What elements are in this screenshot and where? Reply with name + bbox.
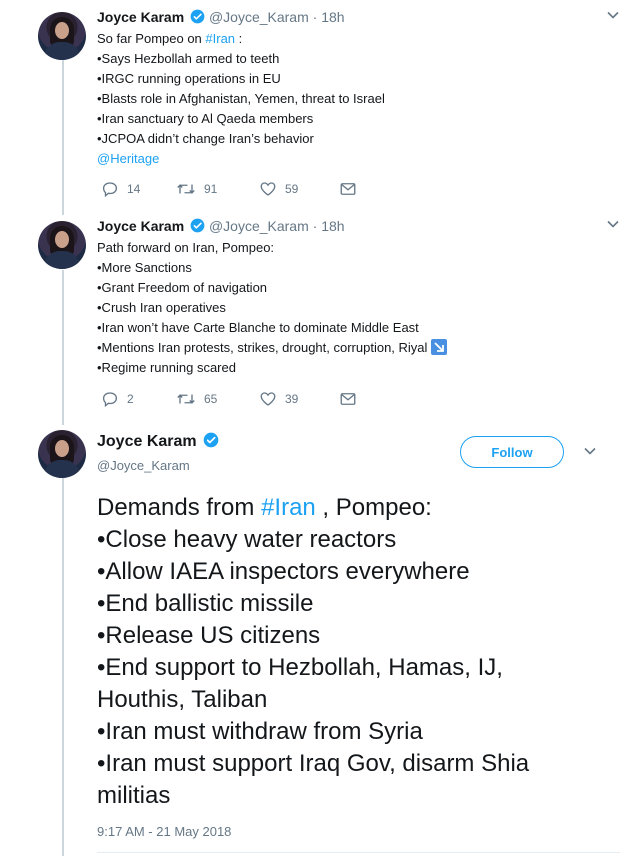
reply-icon xyxy=(101,180,119,198)
retweet-icon xyxy=(176,390,196,408)
verified-badge-icon xyxy=(190,218,205,237)
mention-link[interactable]: @Heritage xyxy=(97,149,620,169)
reply-icon xyxy=(101,390,119,408)
tweet-line: •Mentions Iran protests, strikes, drough… xyxy=(97,340,428,355)
tweet-line: •Allow IAEA inspectors everywhere xyxy=(97,558,470,585)
tweet-line: •Iran must support Iraq Gov, disarm Shia xyxy=(97,750,530,777)
tweet-line: •Release US citizens xyxy=(97,622,321,649)
chevron-down-icon[interactable] xyxy=(606,217,620,236)
follow-button[interactable]: Follow xyxy=(460,436,564,468)
user-name[interactable]: Joyce Karam xyxy=(97,9,184,25)
tweet-line: militias xyxy=(97,782,171,809)
tweet-text-intro-suffix: , Pompeo: xyxy=(315,494,432,521)
like-button[interactable]: 39 xyxy=(259,390,298,408)
tweet-line: •End ballistic missile xyxy=(97,590,314,617)
thread-line xyxy=(62,478,64,856)
arrow-down-right-icon xyxy=(431,339,448,355)
tweet-timestamp[interactable]: 9:17 AM - 21 May 2018 xyxy=(97,824,231,839)
tweet-line: •Iran sanctuary to Al Qaeda members xyxy=(97,111,314,126)
tweet-time[interactable]: 18h xyxy=(321,218,344,234)
hashtag-link[interactable]: #Iran xyxy=(261,494,316,521)
reply-button[interactable]: 2 xyxy=(101,390,134,408)
heart-icon xyxy=(259,390,277,408)
tweet-line: Path forward on Iran, Pompeo: xyxy=(97,240,275,255)
verified-badge-icon xyxy=(203,432,219,454)
avatar[interactable] xyxy=(38,430,86,478)
user-handle[interactable]: @Joyce_Karam xyxy=(209,9,309,25)
tweet-line: •Iran won’t have Carte Blanche to domina… xyxy=(97,320,419,335)
main-tweet-text: Demands from #Iran , Pompeo: •Close heav… xyxy=(97,492,529,812)
avatar[interactable] xyxy=(38,12,86,60)
tweet-header: Joyce Karam @Joyce_Karam · 18h xyxy=(97,8,620,28)
tweet-line: •Close heavy water reactors xyxy=(97,526,397,553)
tweet-line: •Crush Iran operatives xyxy=(97,300,226,315)
user-handle[interactable]: @Joyce_Karam xyxy=(97,458,219,473)
envelope-icon xyxy=(339,390,357,408)
heart-icon xyxy=(259,180,277,198)
tweet-line: •Regime running scared xyxy=(97,360,236,375)
tweet-text-intro-suffix: : xyxy=(235,31,243,46)
like-button[interactable]: 59 xyxy=(259,180,298,198)
separator-dot: · xyxy=(312,9,318,25)
reply-count: 14 xyxy=(127,182,141,196)
chevron-down-icon[interactable] xyxy=(606,8,620,27)
hashtag-link[interactable]: #Iran xyxy=(205,31,235,46)
tweet-text-intro: Demands from xyxy=(97,494,262,521)
divider xyxy=(97,852,620,853)
retweet-count: 91 xyxy=(204,182,218,196)
message-button[interactable] xyxy=(339,180,357,198)
main-tweet-header: Joyce Karam @Joyce_Karam xyxy=(97,432,219,473)
user-name[interactable]: Joyce Karam xyxy=(97,218,184,234)
tweet-line: •Grant Freedom of navigation xyxy=(97,280,268,295)
reply-button[interactable]: 14 xyxy=(101,180,140,198)
tweet-line: •Says Hezbollah armed to teeth xyxy=(97,51,280,66)
envelope-icon xyxy=(339,180,357,198)
tweet-line: •Blasts role in Afghanistan, Yemen, thre… xyxy=(97,91,385,106)
avatar[interactable] xyxy=(38,221,86,269)
like-count: 39 xyxy=(285,392,299,406)
tweet-text: Path forward on Iran, Pompeo: •More Sanc… xyxy=(97,238,620,378)
user-handle[interactable]: @Joyce_Karam xyxy=(209,218,309,234)
tweet-text: So far Pompeo on #Iran : •Says Hezbollah… xyxy=(97,29,620,169)
tweet-line: •End support to Hezbollah, Hamas, IJ, xyxy=(97,654,503,681)
retweet-button[interactable]: 91 xyxy=(176,180,217,198)
retweet-button[interactable]: 65 xyxy=(176,390,217,408)
like-count: 59 xyxy=(285,182,299,196)
tweet-line: •More Sanctions xyxy=(97,260,192,275)
tweet-text-intro: So far Pompeo on xyxy=(97,31,206,46)
tweet-header: Joyce Karam @Joyce_Karam · 18h xyxy=(97,217,620,237)
tweet-line: •Iran must withdraw from Syria xyxy=(97,718,423,745)
tweet: Joyce Karam @Joyce_Karam · 18h Path forw… xyxy=(97,217,620,378)
thread-line xyxy=(62,60,64,215)
chevron-down-icon[interactable] xyxy=(583,444,597,463)
verified-badge-icon xyxy=(190,9,205,28)
tweet-time[interactable]: 18h xyxy=(321,9,344,25)
thread-line xyxy=(62,270,64,425)
tweet-line: Houthis, Taliban xyxy=(97,686,268,713)
tweet-line: •IRGC running operations in EU xyxy=(97,71,281,86)
tweet-line: •JCPOA didn’t change Iran’s behavior xyxy=(97,131,314,146)
tweet: Joyce Karam @Joyce_Karam · 18h So far Po… xyxy=(97,8,620,169)
retweet-count: 65 xyxy=(204,392,218,406)
user-name[interactable]: Joyce Karam xyxy=(97,433,197,450)
message-button[interactable] xyxy=(339,390,357,408)
retweet-icon xyxy=(176,180,196,198)
separator-dot: · xyxy=(312,218,318,234)
reply-count: 2 xyxy=(127,392,134,406)
